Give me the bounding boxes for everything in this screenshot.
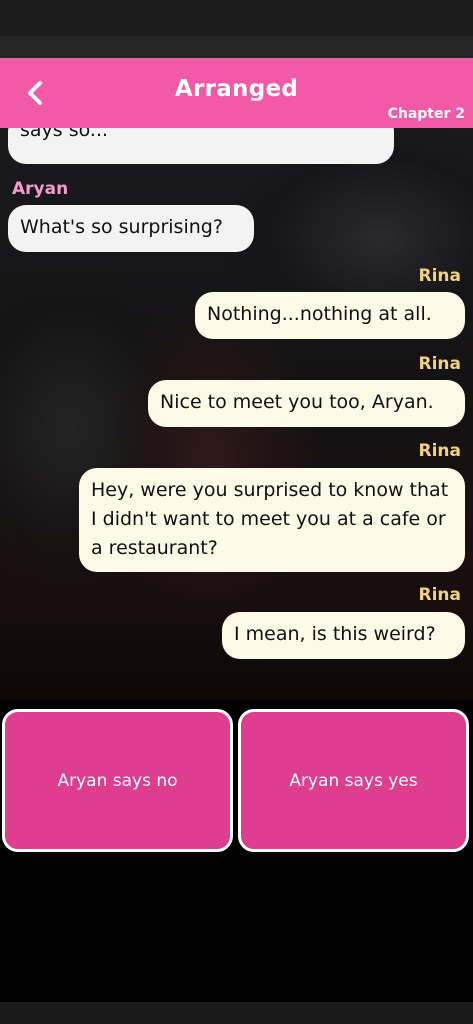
choice-label-no: Aryan says no [57,770,178,791]
message-text-3: Nice to meet you too, Aryan. [160,391,434,413]
choice-button-no[interactable]: Aryan says no [2,709,233,852]
message-bubble-3: Nice to meet you too, Aryan. [148,380,465,427]
top-spacer [0,36,473,58]
message-text-2: Nothing...nothing at all. [207,303,432,325]
choice-button-yes[interactable]: Aryan says yes [238,709,469,852]
partial-message-text: says so... [20,128,109,141]
message-bubble-5: I mean, is this weird? [222,612,465,659]
message-text-5: I mean, is this weird? [234,623,436,645]
system-nav-bar [0,1002,473,1024]
sender-name-rina-4: Rina [418,585,462,605]
message-text-4: Hey, were you surprised to know that I d… [91,479,449,559]
status-bar [0,0,473,36]
message-bubble-2: Nothing...nothing at all. [195,292,465,339]
sender-name-rina-3: Rina [418,441,462,461]
message-text-1: What's so surprising? [20,216,223,238]
chapter-label: Chapter 2 [387,106,465,122]
app-header: Arranged Chapter 2 [0,58,473,128]
page-title: Arranged [174,76,299,102]
message-bubble-4: Hey, were you surprised to know that I d… [79,468,465,572]
chat-background-scene: says so... Aryan What's so surprising? R… [0,128,473,700]
sender-name-rina-1: Rina [418,266,462,286]
sender-name-rina-2: Rina [418,354,462,374]
message-bubble-1: What's so surprising? [8,205,254,252]
choice-label-yes: Aryan says yes [289,770,418,791]
partial-message-bubble: says so... [8,128,394,164]
sender-name-aryan: Aryan [12,179,69,199]
choice-panel: Aryan says no Aryan says yes [0,700,473,860]
